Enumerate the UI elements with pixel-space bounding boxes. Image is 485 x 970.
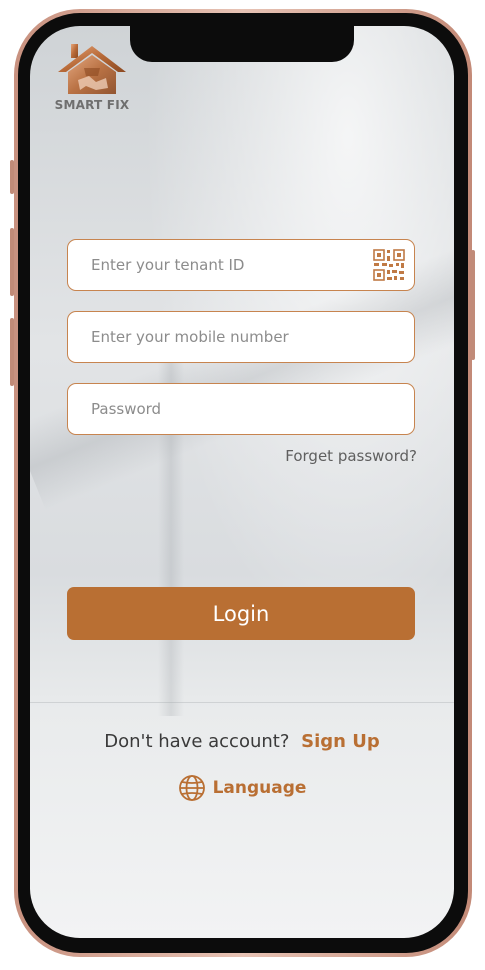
forgot-password-link[interactable]: Forget password? (285, 447, 417, 465)
sign-up-link[interactable]: Sign Up (301, 731, 380, 752)
language-label: Language (212, 778, 307, 798)
password-field[interactable] (67, 383, 415, 435)
tenant-id-input[interactable] (68, 240, 414, 290)
tenant-id-field[interactable] (67, 239, 415, 291)
qr-code-icon[interactable] (372, 248, 406, 282)
login-button[interactable]: Login (67, 587, 415, 640)
side-button (471, 250, 475, 360)
phone-notch (130, 26, 354, 62)
password-input[interactable] (68, 384, 414, 434)
logo-text: SMART FIX (54, 98, 130, 112)
side-button (10, 228, 14, 296)
app-logo: SMART FIX (52, 42, 132, 112)
mobile-number-input[interactable] (68, 312, 414, 362)
signup-row: Don't have account? Sign Up (30, 731, 454, 752)
globe-icon (178, 775, 205, 801)
language-selector[interactable]: Language (30, 774, 454, 802)
house-logo-icon (58, 44, 126, 94)
background-floor (30, 702, 454, 703)
no-account-text: Don't have account? (104, 731, 290, 752)
app-screen: SMART FIX Enter your tenant ID Enter you… (30, 26, 454, 938)
mobile-number-field[interactable] (67, 311, 415, 363)
side-button (10, 318, 14, 386)
side-button (10, 160, 14, 194)
